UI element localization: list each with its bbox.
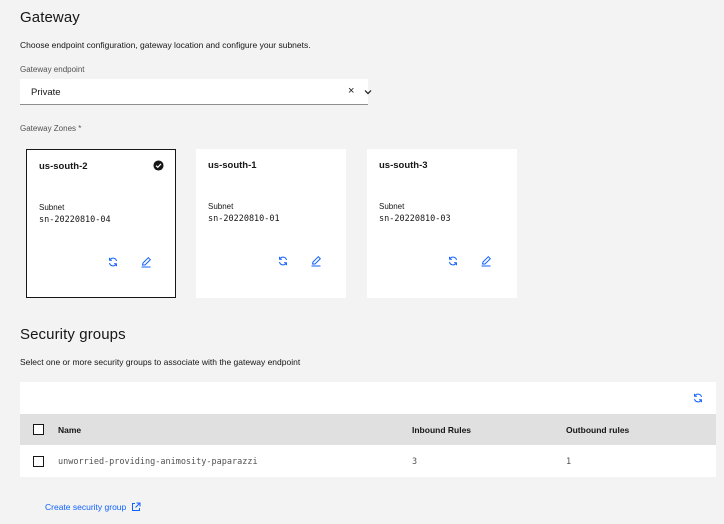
- row-outbound: 1: [566, 457, 572, 467]
- table-header: Name Inbound Rules Outbound rules: [20, 414, 716, 445]
- select-all-checkbox[interactable]: [33, 424, 44, 435]
- subnet-label: Subnet: [208, 202, 234, 211]
- row-name: unworried-providing-animosity-paparazzi: [58, 457, 258, 467]
- edit-icon[interactable]: [310, 255, 322, 267]
- column-header-outbound[interactable]: Outbound rules: [566, 425, 629, 435]
- clear-selection-icon[interactable]: ×: [348, 85, 354, 97]
- gateway-description: Choose endpoint configuration, gateway l…: [20, 40, 311, 50]
- endpoint-label: Gateway endpoint: [20, 65, 85, 74]
- zone-name: us-south-1: [208, 160, 257, 171]
- launch-icon: [132, 502, 141, 511]
- create-security-group-label: Create security group: [45, 502, 127, 512]
- security-groups-description: Select one or more security groups to as…: [20, 357, 301, 367]
- refresh-icon[interactable]: [277, 255, 289, 267]
- refresh-icon[interactable]: [107, 256, 119, 268]
- table-row[interactable]: unworried-providing-animosity-paparazzi …: [20, 445, 716, 477]
- edit-icon[interactable]: [140, 256, 152, 268]
- endpoint-select-value: Private: [31, 87, 61, 98]
- row-inbound: 3: [412, 457, 418, 467]
- refresh-icon[interactable]: [692, 392, 704, 404]
- row-checkbox[interactable]: [33, 456, 44, 467]
- create-security-group-link[interactable]: Create security group: [45, 502, 141, 512]
- subnet-value: sn-20220810-01: [208, 214, 280, 224]
- zone-name: us-south-3: [379, 160, 428, 171]
- endpoint-select[interactable]: Private ×: [20, 79, 372, 105]
- column-header-name[interactable]: Name: [58, 425, 81, 435]
- checkmark-filled-icon: [153, 160, 164, 171]
- subnet-value: sn-20220810-04: [39, 215, 111, 225]
- zone-name: us-south-2: [39, 161, 88, 172]
- edit-icon[interactable]: [480, 255, 492, 267]
- security-groups-table: Name Inbound Rules Outbound rules unworr…: [20, 382, 716, 477]
- zones-label: Gateway Zones *: [20, 124, 82, 133]
- zone-tile-us-south-1[interactable]: us-south-1 Subnet sn-20220810-01: [196, 149, 346, 298]
- gateway-title: Gateway: [20, 9, 80, 26]
- security-groups-title: Security groups: [20, 326, 126, 343]
- chevron-down-icon[interactable]: [363, 87, 373, 97]
- subnet-value: sn-20220810-03: [379, 214, 451, 224]
- subnet-label: Subnet: [379, 202, 405, 211]
- refresh-icon[interactable]: [447, 255, 459, 267]
- zone-tile-us-south-3[interactable]: us-south-3 Subnet sn-20220810-03: [367, 149, 517, 298]
- subnet-label: Subnet: [39, 203, 65, 212]
- zone-tile-us-south-2[interactable]: us-south-2 Subnet sn-20220810-04: [26, 149, 176, 298]
- column-header-inbound[interactable]: Inbound Rules: [412, 425, 471, 435]
